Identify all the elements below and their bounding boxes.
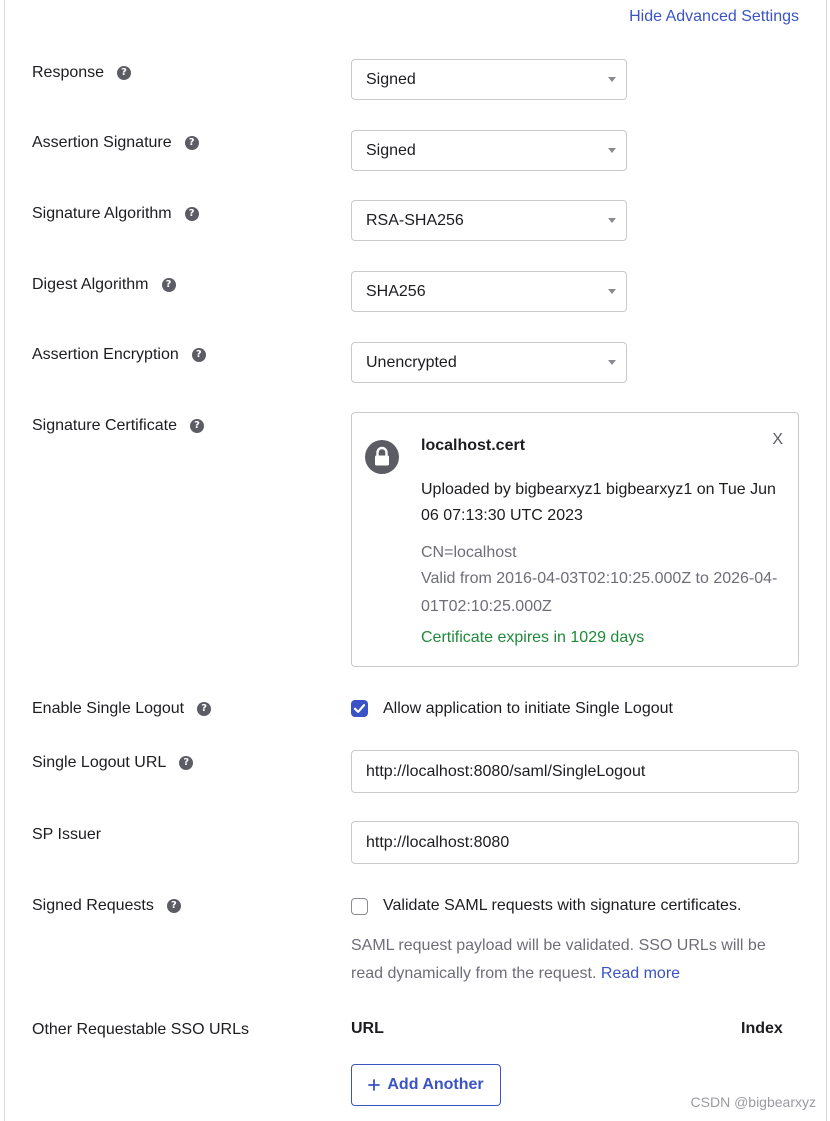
single-logout-url-input[interactable]: http://localhost:8080/saml/SingleLogout [351,750,799,793]
digest-algorithm-label: Digest Algorithm ? [32,276,176,294]
help-icon[interactable]: ? [161,278,176,292]
add-another-label: Add Another [387,1076,484,1093]
signed-requests-checkbox-label[interactable]: Validate SAML requests with signature ce… [383,897,741,915]
other-sso-urls-label: Other Requestable SSO URLs [32,1021,249,1039]
signature-algorithm-select[interactable]: RSA-SHA256 [351,200,627,241]
response-label: Response ? [32,64,132,82]
assertion-signature-select-value: Signed [366,141,416,159]
panel-right-border [826,0,827,1121]
assertion-encryption-select[interactable]: Unencrypted [351,342,627,383]
signature-algorithm-label: Signature Algorithm ? [32,205,199,223]
remove-certificate-button[interactable]: X [772,431,783,449]
other-sso-urls-label-text: Other Requestable SSO URLs [32,1021,249,1038]
help-icon[interactable]: ? [166,899,181,913]
signed-requests-label: Signed Requests ? [32,897,181,915]
assertion-encryption-select-value: Unencrypted [366,353,457,371]
lock-icon [365,440,399,474]
assertion-signature-select[interactable]: Signed [351,130,627,171]
certificate-expiry: Certificate expires in 1029 days [421,629,645,646]
response-label-text: Response [32,64,105,81]
sp-issuer-label-text: SP Issuer [32,826,102,843]
single-logout-checkbox[interactable] [351,700,368,717]
digest-algorithm-select-value: SHA256 [366,282,426,300]
panel-left-border [4,0,5,1121]
single-logout-checkbox-label[interactable]: Allow application to initiate Single Log… [383,700,673,718]
assertion-signature-label-text: Assertion Signature [32,134,172,151]
signed-requests-help: SAML request payload will be validated. … [351,932,801,988]
certificate-validity: Valid from 2016-04-03T02:10:25.000Z to 2… [421,570,778,615]
index-column-header: Index [741,1020,783,1037]
signed-requests-label-text: Signed Requests [32,897,154,914]
help-icon[interactable]: ? [197,702,212,716]
signature-certificate-label-text: Signature Certificate [32,417,177,434]
signature-certificate-label: Signature Certificate ? [32,417,204,435]
sp-issuer-label: SP Issuer [32,826,101,844]
certificate-name: localhost.cert [421,437,526,454]
help-icon[interactable]: ? [184,136,199,150]
url-column-header: URL [351,1020,384,1037]
digest-algorithm-select[interactable]: SHA256 [351,271,627,312]
read-more-link[interactable]: Read more [601,965,680,982]
assertion-encryption-label: Assertion Encryption ? [32,346,206,364]
signed-requests-checkbox[interactable] [351,898,368,915]
certificate-cn: CN=localhost [421,544,517,561]
hide-advanced-settings-link[interactable]: Hide Advanced Settings [629,8,799,26]
signed-requests-help-text: SAML request payload will be validated. … [351,937,766,982]
plus-icon [368,1079,381,1091]
assertion-encryption-label-text: Assertion Encryption [32,346,179,363]
enable-single-logout-label-text: Enable Single Logout [32,700,185,717]
certificate-card: X localhost.cert Uploaded by bigbearxyz1… [351,412,799,667]
enable-single-logout-label: Enable Single Logout ? [32,700,212,718]
help-icon[interactable]: ? [191,348,206,362]
response-select[interactable]: Signed [351,59,627,100]
sp-issuer-input[interactable]: http://localhost:8080 [351,821,799,864]
chevron-down-icon [608,77,616,82]
add-another-button[interactable]: Add Another [351,1064,501,1106]
single-logout-url-label: Single Logout URL ? [32,754,194,772]
help-icon[interactable]: ? [189,419,204,433]
chevron-down-icon [608,289,616,294]
chevron-down-icon [608,360,616,365]
certificate-uploaded-info: Uploaded by bigbearxyz1 bigbearxyz1 on T… [421,481,776,524]
checkmark-icon [353,704,366,713]
watermark: CSDN @bigbearxyz [690,1094,816,1110]
chevron-down-icon [608,218,616,223]
single-logout-url-value: http://localhost:8080/saml/SingleLogout [366,762,646,780]
sp-issuer-value: http://localhost:8080 [366,833,510,851]
help-icon[interactable]: ? [184,207,199,221]
single-logout-url-label-text: Single Logout URL [32,754,167,771]
signature-algorithm-select-value: RSA-SHA256 [366,211,464,229]
digest-algorithm-label-text: Digest Algorithm [32,276,149,293]
signature-algorithm-label-text: Signature Algorithm [32,205,172,222]
help-icon[interactable]: ? [179,756,194,770]
chevron-down-icon [608,148,616,153]
assertion-signature-label: Assertion Signature ? [32,134,199,152]
help-icon[interactable]: ? [117,66,132,80]
response-select-value: Signed [366,70,416,88]
